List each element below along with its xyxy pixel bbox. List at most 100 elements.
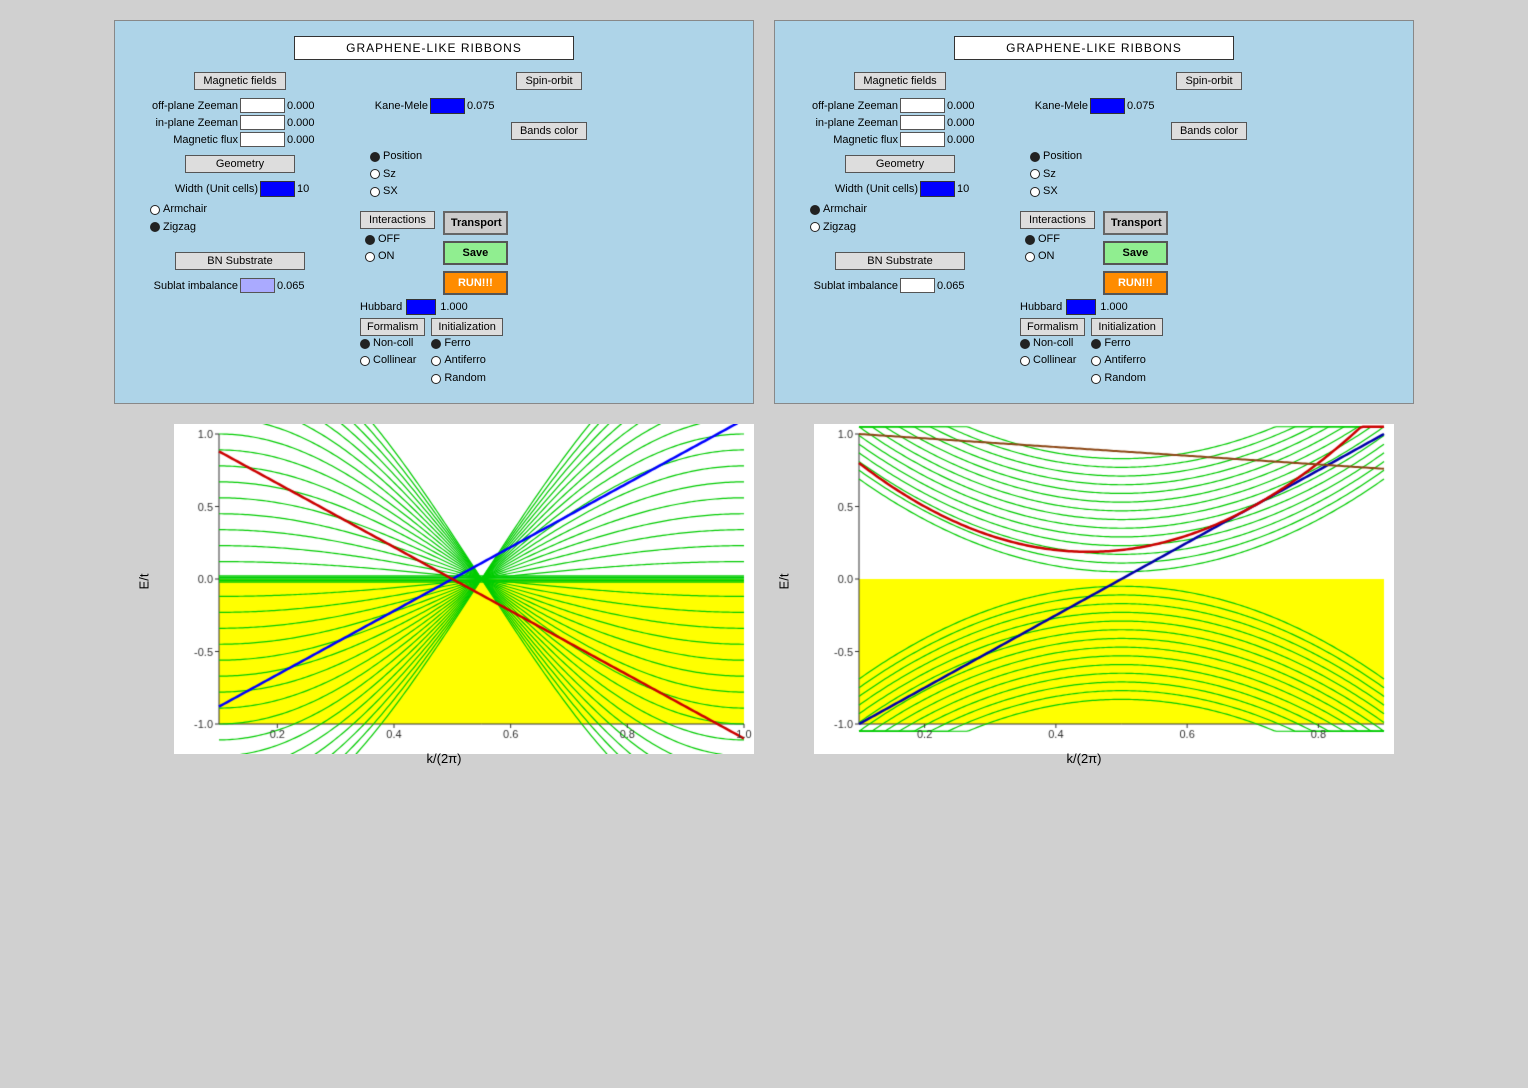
left-sz-option[interactable]: Sz — [370, 166, 738, 184]
left-position-option[interactable]: Position — [370, 148, 738, 166]
right-hubbard-row: Hubbard 1.000 — [1020, 299, 1398, 315]
right-width-input[interactable] — [920, 181, 955, 197]
left-off-plane-input[interactable] — [240, 98, 285, 113]
left-sublat-input[interactable] — [240, 278, 275, 293]
right-position-radio — [1030, 152, 1040, 162]
right-kane-mele-row: Kane-Mele 0.075 — [1020, 98, 1398, 114]
right-antiferro-option[interactable]: Antiferro — [1091, 352, 1162, 370]
right-kane-mele-input[interactable] — [1090, 98, 1125, 114]
right-armchair-radio — [810, 205, 820, 215]
right-mag-flux-input[interactable] — [900, 132, 945, 147]
right-interactions-area: Interactions OFF ON — [1020, 211, 1398, 295]
right-off-plane-input[interactable] — [900, 98, 945, 113]
left-collinear-label: Collinear — [373, 352, 416, 370]
left-spin-orbit-label: Spin-orbit — [516, 72, 581, 90]
right-chart-xlabel: k/(2π) — [1067, 751, 1102, 766]
left-antiferro-option[interactable]: Antiferro — [431, 352, 502, 370]
left-collinear-option[interactable]: Collinear — [360, 352, 425, 370]
left-chart-canvas — [174, 424, 754, 754]
left-sublat-label: Sublat imbalance — [130, 280, 240, 292]
left-save-button[interactable]: Save — [443, 241, 508, 265]
left-random-radio — [431, 374, 441, 384]
right-panel-left-col: Magnetic fields off-plane Zeeman 0.000 i… — [790, 72, 1010, 388]
right-spin-orbit-label: Spin-orbit — [1176, 72, 1241, 90]
left-run-button[interactable]: RUN!!! — [443, 271, 508, 295]
left-width-label: Width (Unit cells) — [130, 183, 260, 195]
right-panel-title: GRAPHENE-LIKE RIBBONS — [954, 36, 1234, 60]
right-position-label: Position — [1043, 148, 1082, 166]
left-ferro-option[interactable]: Ferro — [431, 335, 502, 353]
left-hubbard-label: Hubbard — [360, 301, 402, 313]
right-panel-content: Magnetic fields off-plane Zeeman 0.000 i… — [790, 72, 1398, 388]
left-magnetic-fields-label: Magnetic fields — [194, 72, 285, 90]
right-on-option[interactable]: ON — [1025, 248, 1095, 266]
right-geometry-label: Geometry — [845, 155, 955, 173]
left-off-option[interactable]: OFF — [365, 231, 435, 249]
left-on-radio — [365, 252, 375, 262]
left-hubbard-row: Hubbard 1.000 — [360, 299, 738, 315]
left-noncoll-option[interactable]: Non-coll — [360, 335, 425, 353]
left-transport-button[interactable]: Transport — [443, 211, 508, 235]
left-zigzag-option[interactable]: Zigzag — [150, 219, 350, 237]
left-kane-mele-input[interactable] — [430, 98, 465, 114]
left-sx-radio — [370, 187, 380, 197]
right-sublat-label: Sublat imbalance — [790, 280, 900, 292]
right-noncoll-option[interactable]: Non-coll — [1020, 335, 1085, 353]
left-position-radio — [370, 152, 380, 162]
right-off-plane-row: off-plane Zeeman 0.000 — [790, 98, 1010, 113]
right-collinear-option[interactable]: Collinear — [1020, 352, 1085, 370]
right-mag-flux-row: Magnetic flux 0.000 — [790, 132, 1010, 147]
right-hubbard-input[interactable] — [1066, 299, 1096, 315]
right-position-option[interactable]: Position — [1030, 148, 1398, 166]
left-hubbard-input[interactable] — [406, 299, 436, 315]
right-sz-option[interactable]: Sz — [1030, 166, 1398, 184]
right-armchair-label: Armchair — [823, 201, 867, 219]
left-armchair-option[interactable]: Armchair — [150, 201, 350, 219]
right-interactions-group: Interactions OFF ON — [1020, 211, 1095, 266]
left-interactions-label: Interactions — [360, 211, 435, 229]
left-in-plane-input[interactable] — [240, 115, 285, 130]
right-ferro-option[interactable]: Ferro — [1091, 335, 1162, 353]
right-panel-right-col: Spin-orbit Kane-Mele 0.075 Bands color — [1020, 72, 1398, 388]
left-mag-flux-row: Magnetic flux 0.000 — [130, 132, 350, 147]
left-mag-flux-input[interactable] — [240, 132, 285, 147]
right-antiferro-label: Antiferro — [1104, 352, 1146, 370]
left-zigzag-radio — [150, 222, 160, 232]
right-collinear-radio — [1020, 356, 1030, 366]
left-zigzag-label: Zigzag — [163, 219, 196, 237]
right-interactions-label: Interactions — [1020, 211, 1095, 229]
left-armchair-label: Armchair — [163, 201, 207, 219]
left-panel-left-col: Magnetic fields off-plane Zeeman 0.000 i… — [130, 72, 350, 388]
left-random-option[interactable]: Random — [431, 370, 502, 388]
left-init-label: Initialization — [431, 318, 502, 336]
left-width-input[interactable] — [260, 181, 295, 197]
right-noncoll-label: Non-coll — [1033, 335, 1073, 353]
right-run-button[interactable]: RUN!!! — [1103, 271, 1168, 295]
right-zigzag-option[interactable]: Zigzag — [810, 219, 1010, 237]
right-off-radio — [1025, 235, 1035, 245]
right-transport-button[interactable]: Transport — [1103, 211, 1168, 235]
right-sublat-input[interactable] — [900, 278, 935, 293]
left-kane-mele-label: Kane-Mele — [360, 100, 430, 112]
left-on-option[interactable]: ON — [365, 248, 435, 266]
right-kane-mele-label: Kane-Mele — [1020, 100, 1090, 112]
left-chart-xlabel: k/(2π) — [427, 751, 462, 766]
right-sz-radio — [1030, 169, 1040, 179]
left-on-label: ON — [378, 248, 395, 266]
right-ferro-radio — [1091, 339, 1101, 349]
right-on-radio — [1025, 252, 1035, 262]
right-in-plane-input[interactable] — [900, 115, 945, 130]
left-off-plane-label: off-plane Zeeman — [130, 100, 240, 112]
right-save-button[interactable]: Save — [1103, 241, 1168, 265]
right-off-option[interactable]: OFF — [1025, 231, 1095, 249]
left-panel-content: Magnetic fields off-plane Zeeman 0.000 i… — [130, 72, 738, 388]
right-random-option[interactable]: Random — [1091, 370, 1162, 388]
left-position-label: Position — [383, 148, 422, 166]
left-off-label: OFF — [378, 231, 400, 249]
right-init-section: Initialization Ferro Antiferro — [1091, 321, 1162, 388]
right-sublat-row: Sublat imbalance 0.065 — [790, 278, 1010, 293]
right-sx-option[interactable]: SX — [1030, 183, 1398, 201]
right-armchair-option[interactable]: Armchair — [810, 201, 1010, 219]
left-sx-option[interactable]: SX — [370, 183, 738, 201]
left-noncoll-label: Non-coll — [373, 335, 413, 353]
